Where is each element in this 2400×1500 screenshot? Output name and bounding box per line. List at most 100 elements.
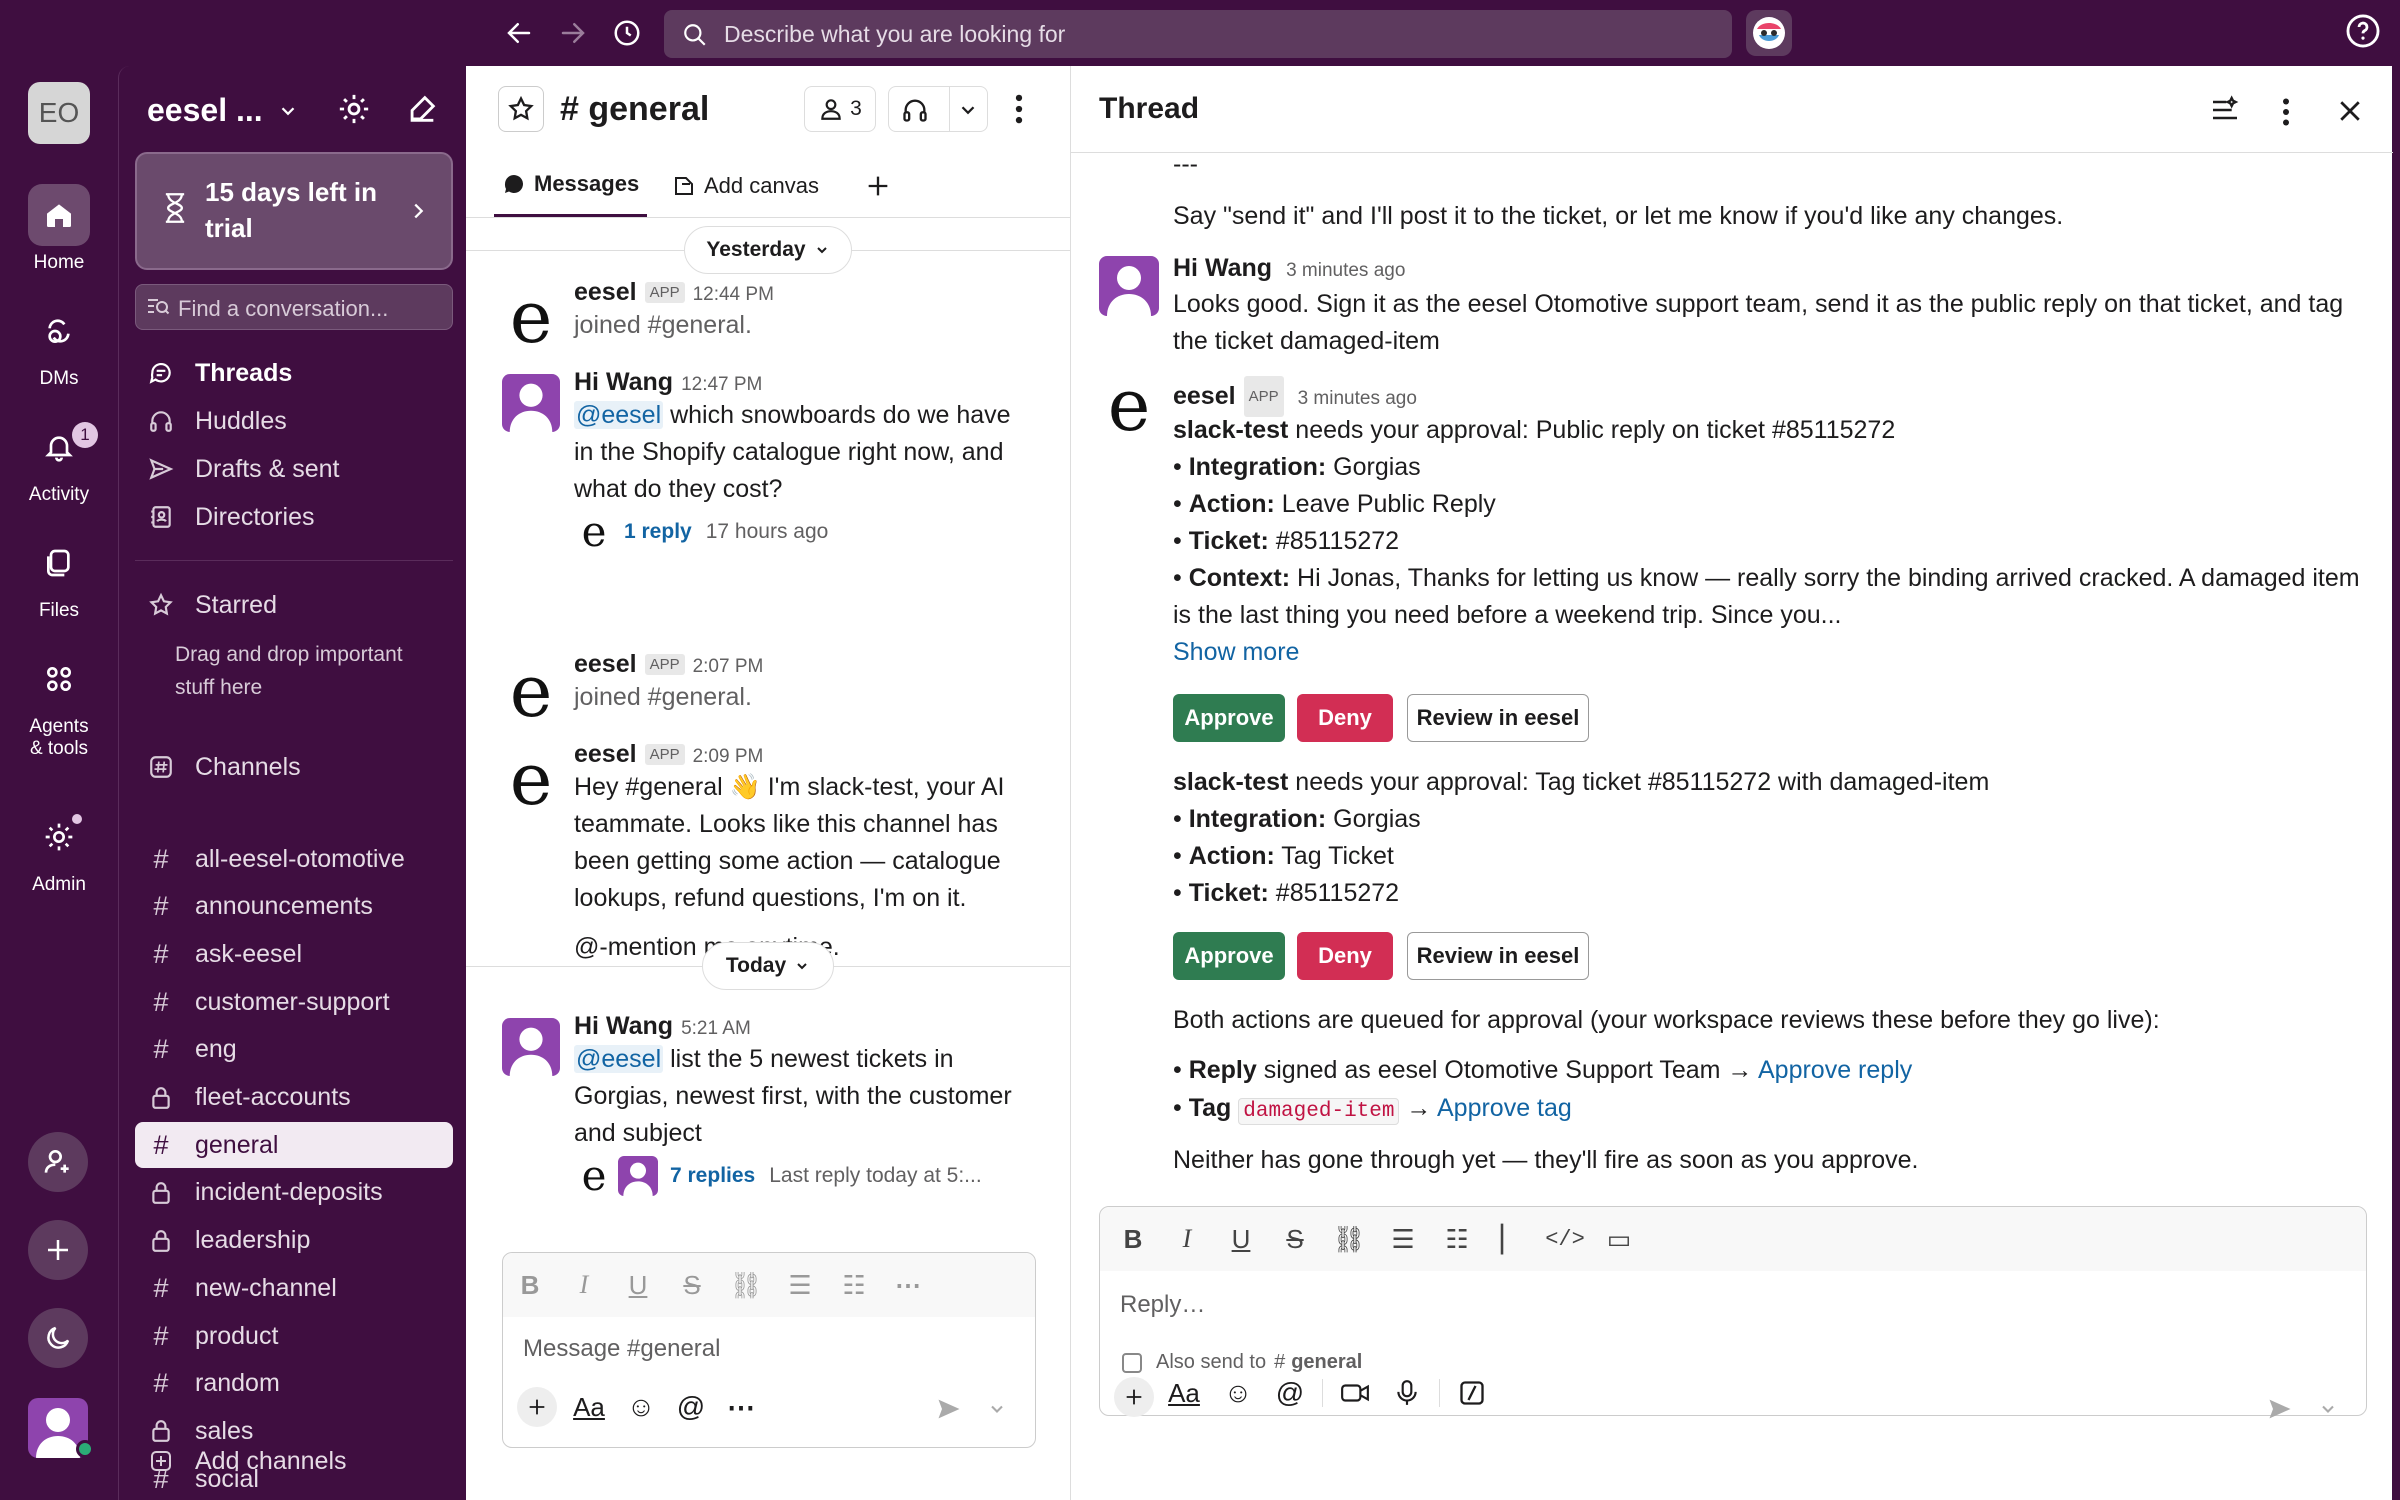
find-conversation-input[interactable]: Find a conversation... xyxy=(135,284,453,330)
message-time[interactable]: 5:21 AM xyxy=(681,1018,751,1039)
microphone-icon[interactable] xyxy=(1387,1379,1427,1407)
mention[interactable]: @eesel xyxy=(574,401,664,429)
add-tab-plus-icon[interactable] xyxy=(864,172,892,200)
approve-tag-link[interactable]: Approve tag xyxy=(1437,1094,1572,1122)
day-pill-yesterday[interactable]: Yesterday xyxy=(684,226,852,274)
hi-wang-avatar[interactable] xyxy=(502,1018,560,1076)
mention-icon[interactable]: @ xyxy=(1270,1377,1310,1409)
review-in-eesel-button[interactable]: Review in eesel xyxy=(1407,932,1589,980)
message-author[interactable]: Hi Wang xyxy=(574,1012,673,1040)
attach-plus-icon[interactable] xyxy=(1114,1377,1154,1417)
rail-files[interactable]: Files xyxy=(0,532,118,622)
ordered-list-icon[interactable]: ☰ xyxy=(1376,1224,1430,1255)
sidebar-channel-fleet-accounts[interactable]: fleet-accounts xyxy=(135,1075,453,1121)
bullet-list-icon[interactable]: ☷ xyxy=(1430,1224,1484,1255)
sidebar-channel-all-eesel-otomotive[interactable]: # all-eesel-otomotive xyxy=(135,836,453,882)
sidebar-item-drafts[interactable]: Drafts & sent xyxy=(135,446,453,492)
chevron-down-icon[interactable] xyxy=(277,100,299,122)
also-send-checkbox[interactable] xyxy=(1122,1352,1142,1373)
kebab-menu-icon[interactable] xyxy=(1012,90,1026,128)
thread-filter-icon[interactable] xyxy=(2209,94,2241,126)
sidebar-section-channels[interactable]: Channels xyxy=(135,744,453,790)
send-message-icon[interactable] xyxy=(935,1395,963,1423)
sidebar-section-starred[interactable]: Starred xyxy=(135,582,453,628)
mention[interactable]: @eesel xyxy=(574,1045,664,1073)
star-channel-icon[interactable] xyxy=(498,86,544,132)
message-time[interactable]: 12:47 PM xyxy=(681,374,762,395)
compose-icon[interactable] xyxy=(405,92,439,126)
close-icon[interactable] xyxy=(2335,96,2365,126)
link-icon[interactable]: ⛓ xyxy=(1322,1224,1376,1255)
sidebar-channel-social[interactable]: # social xyxy=(135,1456,453,1500)
emoji-icon[interactable]: ☺ xyxy=(1218,1377,1258,1409)
sidebar-item-huddles[interactable]: Huddles xyxy=(135,398,453,444)
thread-replies[interactable]: e 7 replies Last reply today at 5:... xyxy=(574,1155,1042,1197)
reply-count[interactable]: 7 replies xyxy=(670,1164,755,1188)
deny-button[interactable]: Deny xyxy=(1297,694,1393,742)
hi-wang-avatar[interactable] xyxy=(502,374,560,432)
sidebar-channel-announcements[interactable]: # announcements xyxy=(135,884,453,930)
trial-banner[interactable]: 15 days left in trial xyxy=(135,152,453,270)
rail-dms[interactable]: DMs xyxy=(0,300,118,390)
sidebar-channel-new-channel[interactable]: # new-channel xyxy=(135,1265,453,1311)
slash-command-icon[interactable] xyxy=(1452,1379,1492,1407)
more-format-icon[interactable]: ⋯ xyxy=(881,1270,935,1301)
approve-reply-link[interactable]: Approve reply xyxy=(1758,1056,1912,1084)
hi-wang-avatar[interactable] xyxy=(1099,256,1159,316)
sidebar-channel-general[interactable]: # general xyxy=(135,1122,453,1169)
tab-add-canvas[interactable]: Add canvas xyxy=(672,154,819,217)
text-format-icon[interactable]: Aa xyxy=(1162,1378,1206,1409)
bold-icon[interactable]: B xyxy=(1106,1224,1160,1255)
ai-assistant-icon[interactable] xyxy=(1746,10,1792,56)
moon-icon[interactable] xyxy=(28,1308,88,1368)
huddle-button[interactable] xyxy=(888,86,988,132)
rail-agents[interactable]: Agents & tools xyxy=(0,648,118,760)
message-time[interactable]: 3 minutes ago xyxy=(1298,388,1417,409)
thread-replies[interactable]: e 1 reply 17 hours ago xyxy=(574,511,1042,553)
day-pill-today[interactable]: Today xyxy=(702,942,834,990)
underline-icon[interactable]: U xyxy=(611,1270,665,1301)
sidebar-channel-eng[interactable]: # eng xyxy=(135,1027,453,1073)
message-author[interactable]: Hi Wang xyxy=(574,368,673,396)
send-reply-icon[interactable] xyxy=(2266,1395,2294,1423)
message-author[interactable]: Hi Wang xyxy=(1173,254,1272,282)
bold-icon[interactable]: B xyxy=(503,1270,557,1301)
attach-plus-icon[interactable] xyxy=(517,1387,557,1427)
review-in-eesel-button[interactable]: Review in eesel xyxy=(1407,694,1589,742)
italic-icon[interactable]: I xyxy=(557,1270,611,1300)
message-time[interactable]: 3 minutes ago xyxy=(1286,260,1405,281)
strikethrough-icon[interactable]: S xyxy=(665,1270,719,1301)
help-icon[interactable] xyxy=(2344,12,2382,50)
code-block-icon[interactable]: ▭ xyxy=(1592,1224,1646,1255)
mention-icon[interactable]: @ xyxy=(671,1391,711,1423)
more-actions-icon[interactable]: ⋯ xyxy=(721,1391,761,1424)
tab-messages[interactable]: Messages xyxy=(494,154,648,217)
reply-count[interactable]: 1 reply xyxy=(624,520,692,544)
workspace-avatar[interactable]: EO xyxy=(28,82,90,144)
reply-input[interactable]: Reply… xyxy=(1120,1291,1205,1319)
strikethrough-icon[interactable]: S xyxy=(1268,1224,1322,1255)
send-options-chevron-icon[interactable] xyxy=(987,1399,1007,1419)
members-button[interactable]: 3 xyxy=(804,86,876,132)
search-input[interactable]: Describe what you are looking for xyxy=(664,10,1732,58)
sidebar-channel-sales[interactable]: sales xyxy=(135,1408,453,1454)
underline-icon[interactable]: U xyxy=(1214,1224,1268,1255)
message-author[interactable]: eesel xyxy=(574,650,637,678)
message-time[interactable]: 2:09 PM xyxy=(693,746,764,767)
rail-admin[interactable]: Admin xyxy=(0,806,118,896)
sidebar-channel-product[interactable]: # product xyxy=(135,1313,453,1359)
channel-title[interactable]: # general xyxy=(560,90,709,129)
message-author[interactable]: eesel xyxy=(574,278,637,306)
forward-arrow-icon[interactable] xyxy=(552,12,594,54)
show-more-link[interactable]: Show more xyxy=(1173,634,1299,671)
back-arrow-icon[interactable] xyxy=(498,12,540,54)
message-time[interactable]: 2:07 PM xyxy=(693,656,764,677)
history-clock-icon[interactable] xyxy=(606,12,648,54)
ordered-list-icon[interactable]: ☰ xyxy=(773,1270,827,1301)
text-format-icon[interactable]: Aa xyxy=(567,1392,611,1423)
message-time[interactable]: 12:44 PM xyxy=(693,284,774,305)
sidebar-item-directories[interactable]: Directories xyxy=(135,494,453,540)
video-icon[interactable] xyxy=(1335,1381,1375,1405)
workspace-name[interactable]: eesel ... xyxy=(147,92,263,129)
add-teammate-icon[interactable] xyxy=(28,1132,88,1192)
